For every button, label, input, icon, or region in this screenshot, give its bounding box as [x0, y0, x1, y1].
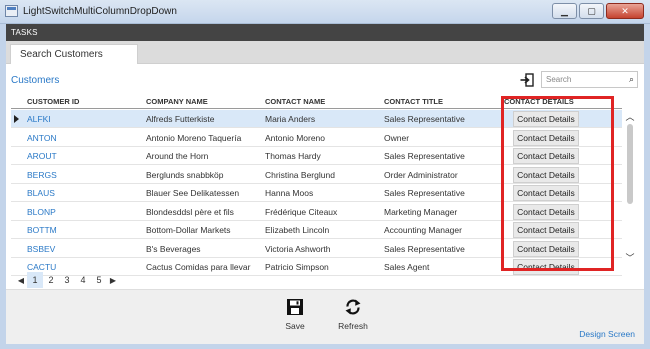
window-frame-bottom [0, 344, 650, 349]
cell-company-name: Alfreds Futterkiste [146, 114, 215, 124]
column-header-contact-title[interactable]: CONTACT TITLE [384, 97, 443, 106]
maximize-icon: ▢ [587, 5, 596, 16]
grid-scrollbar[interactable]: ︿ ﹀ [623, 110, 637, 263]
window-frame-right [644, 24, 650, 349]
cell-contact-name: Thomas Hardy [265, 151, 321, 161]
cell-contact-title: Sales Agent [384, 262, 430, 272]
command-bar: Save Refresh Design Screen [6, 289, 644, 344]
magnifier-icon[interactable]: ⌕ [629, 74, 634, 85]
contact-details-button[interactable]: Contact Details [513, 259, 579, 275]
refresh-icon [345, 299, 361, 315]
cell-company-name: Antonio Moreno Taquería [146, 132, 242, 143]
table-row[interactable]: ALFKI Alfreds Futterkiste Maria Anders Sale… [11, 110, 622, 128]
page-2[interactable]: 2 [43, 272, 59, 288]
cell-contact-title: Sales Representative [384, 243, 465, 254]
next-page-icon[interactable]: ▶ [107, 276, 119, 285]
page-5[interactable]: 5 [91, 272, 107, 288]
page-1[interactable]: 1 [27, 272, 43, 288]
row-pointer-icon [14, 115, 19, 123]
table-row[interactable]: BOTTM Bottom-Dollar Markets Elizabeth Linc… [11, 221, 622, 239]
cell-customer-id[interactable]: BERGS [27, 170, 57, 180]
cell-customer-id[interactable]: ALFKI [27, 114, 51, 124]
cell-contact-name: Antonio Moreno [265, 132, 326, 143]
table-row[interactable]: BSBEV B's Beverages Victoria Ashworth Sales… [11, 240, 622, 258]
contact-details-button[interactable]: Contact Details [513, 148, 579, 164]
column-header-contact-name[interactable]: CONTACT NAME [265, 97, 325, 106]
refresh-button[interactable]: Refresh [333, 298, 373, 331]
contact-details-button[interactable]: Contact Details [513, 240, 579, 257]
scroll-up-icon[interactable]: ︿ [623, 110, 637, 122]
cell-company-name: Blondesddsl père et fils [146, 206, 234, 217]
cell-contact-name: Maria Anders [265, 114, 316, 124]
cell-customer-id[interactable]: CACTU [27, 262, 56, 272]
previous-page-icon[interactable]: ◀ [15, 276, 27, 285]
cell-customer-id[interactable]: BOTTM [27, 225, 57, 235]
contact-details-button[interactable]: Contact Details [513, 222, 579, 238]
window-title: LightSwitchMultiColumnDropDown [23, 6, 177, 17]
cell-customer-id[interactable]: BLONP [27, 207, 56, 217]
cell-contact-name: Christina Berglund [265, 169, 335, 180]
page-3[interactable]: 3 [59, 272, 75, 288]
pager: ◀ 1 2 3 4 5 ▶ [15, 272, 119, 288]
cell-contact-title: Sales Representative [384, 151, 465, 161]
table-row[interactable]: BERGS Berglunds snabbköp Christina Berglun… [11, 166, 622, 184]
table-row[interactable]: BLONP Blondesddsl père et fils Frédérique … [11, 203, 622, 221]
export-icon[interactable] [520, 73, 534, 87]
cell-company-name: Around the Horn [146, 151, 209, 161]
scroll-thumb[interactable] [627, 124, 633, 204]
cell-company-name: Bottom-Dollar Markets [146, 225, 231, 235]
window-titlebar: LightSwitchMultiColumnDropDown ▁ ▢ ✕ [0, 0, 650, 24]
cell-contact-name: Elizabeth Lincoln [265, 225, 330, 235]
tab-strip: Search Customers [6, 41, 644, 65]
minimize-icon: ▁ [561, 5, 568, 16]
save-button[interactable]: Save [275, 298, 315, 331]
page-4[interactable]: 4 [75, 272, 91, 288]
close-icon: ✕ [621, 5, 629, 16]
column-header-customer-id[interactable]: CUSTOMER ID [27, 97, 79, 106]
contact-details-button[interactable]: Contact Details [513, 185, 579, 201]
cell-contact-title: Sales Representative [384, 188, 465, 198]
app-icon [5, 5, 18, 17]
cell-customer-id[interactable]: AROUT [27, 151, 57, 161]
cell-company-name: B's Beverages [146, 243, 201, 254]
cell-customer-id[interactable]: BLAUS [27, 188, 55, 198]
table-row[interactable]: AROUT Around the Horn Thomas Hardy Sales Re… [11, 147, 622, 165]
contact-details-button[interactable]: Contact Details [513, 111, 579, 127]
contact-details-button[interactable]: Contact Details [513, 129, 579, 146]
table-row[interactable]: ANTON Antonio Moreno Taquería Antonio More… [11, 129, 622, 147]
search-placeholder: Search [546, 75, 572, 84]
contact-details-button[interactable]: Contact Details [513, 166, 579, 183]
refresh-label: Refresh [338, 321, 368, 331]
cell-contact-title: Sales Representative [384, 114, 465, 124]
cell-company-name: Berglunds snabbköp [146, 169, 224, 180]
cell-customer-id[interactable]: ANTON [27, 133, 57, 143]
column-header-company-name[interactable]: COMPANY NAME [146, 97, 208, 106]
maximize-button[interactable]: ▢ [579, 3, 604, 19]
minimize-button[interactable]: ▁ [552, 3, 577, 19]
cell-contact-title: Accounting Manager [384, 225, 462, 235]
cell-contact-title: Owner [384, 132, 410, 143]
scroll-down-icon[interactable]: ﹀ [623, 251, 637, 263]
table-row[interactable]: BLAUS Blauer See Delikatessen Hanna Moos Sa… [11, 184, 622, 202]
cell-company-name: Cactus Comidas para llevar [146, 262, 251, 272]
cell-contact-name: Victoria Ashworth [265, 243, 331, 254]
grid-header: CUSTOMER ID COMPANY NAME CONTACT NAME CO… [11, 95, 622, 109]
cell-contact-title: Order Administrator [384, 169, 458, 180]
tab-search-customers[interactable]: Search Customers [10, 44, 138, 65]
cell-contact-name: Frédérique Citeaux [265, 206, 338, 217]
section-title: Customers [11, 75, 60, 86]
cell-contact-name: Patricio Simpson [265, 262, 329, 272]
design-screen-link[interactable]: Design Screen [579, 329, 635, 339]
column-header-contact-details[interactable]: CONTACT DETAILS [504, 97, 574, 106]
cell-customer-id[interactable]: BSBEV [27, 244, 55, 254]
tasks-menu[interactable]: TASKS [6, 24, 644, 41]
search-input[interactable]: Search ⌕ [541, 71, 638, 88]
cell-company-name: Blauer See Delikatessen [146, 188, 240, 198]
close-button[interactable]: ✕ [606, 3, 644, 19]
save-icon [287, 299, 303, 315]
cell-contact-name: Hanna Moos [265, 188, 314, 198]
contact-details-button[interactable]: Contact Details [513, 203, 579, 220]
cell-contact-title: Marketing Manager [384, 206, 458, 217]
save-label: Save [285, 321, 305, 331]
